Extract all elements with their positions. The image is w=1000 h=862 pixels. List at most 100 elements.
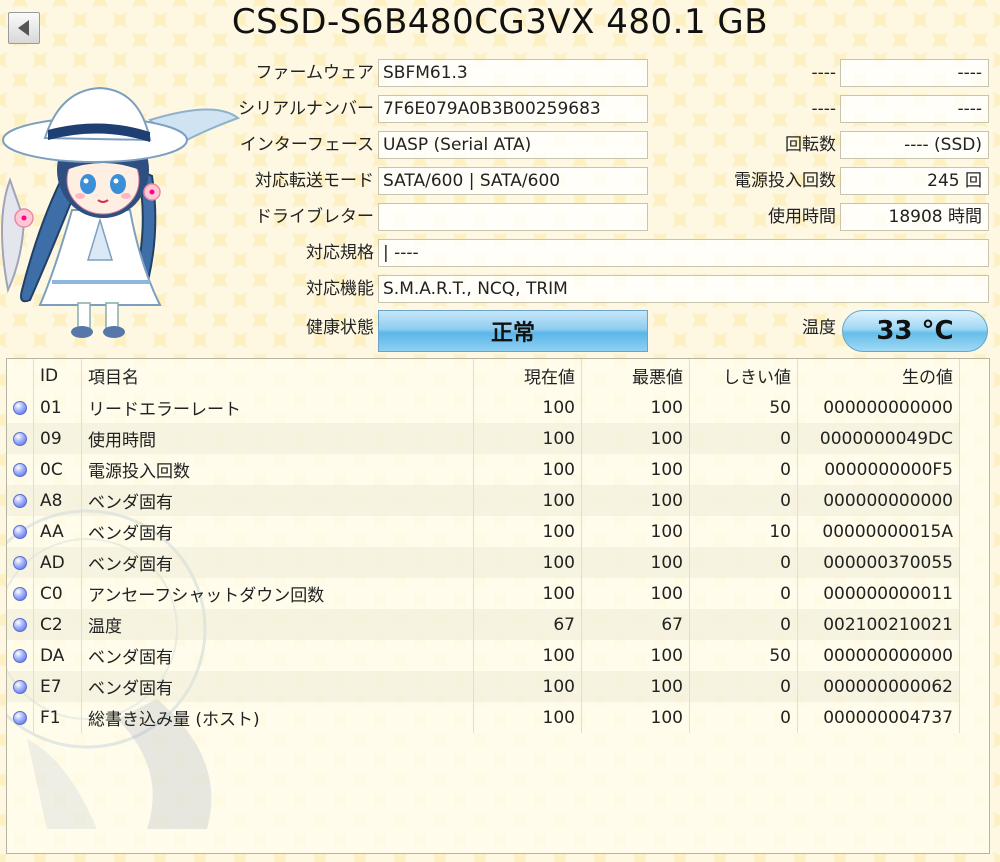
attr-id: 0C: [33, 454, 82, 485]
table-row[interactable]: 0C 電源投入回数 100 100 0 0000000000F5: [7, 454, 960, 485]
attr-threshold: 0: [689, 485, 798, 516]
drive-letter-value: [378, 203, 648, 231]
attr-name: ベンダ固有: [81, 671, 474, 702]
attr-id: E7: [33, 671, 82, 702]
attr-threshold: 0: [689, 702, 798, 733]
table-row[interactable]: C2 温度 67 67 0 002100210021: [7, 609, 960, 640]
health-status-value: 正常: [490, 321, 535, 346]
attr-current: 100: [473, 547, 582, 578]
attr-id: 09: [33, 423, 82, 454]
attr-name: リードエラーレート: [81, 392, 474, 423]
attr-current: 67: [473, 609, 582, 640]
drive-letter-label: ドライブレター: [255, 207, 374, 227]
attr-current: 100: [473, 485, 582, 516]
name-column-header[interactable]: 項目名: [81, 359, 474, 392]
attr-current: 100: [473, 516, 582, 547]
attr-raw: 000000000000: [797, 640, 960, 671]
attr-threshold: 0: [689, 671, 798, 702]
attr-name: ベンダ固有: [81, 547, 474, 578]
attr-current: 100: [473, 454, 582, 485]
table-row[interactable]: AA ベンダ固有 100 100 10 00000000015A: [7, 516, 960, 547]
health-status-button[interactable]: 正常: [378, 310, 648, 352]
current-column-header[interactable]: 現在値: [473, 359, 582, 392]
table-header-row: ID 項目名 現在値 最悪値 しきい値 生の値: [7, 359, 960, 392]
attr-worst: 100: [581, 423, 690, 454]
right2-value: ----: [840, 95, 989, 123]
transfer-mode-value: SATA/600 | SATA/600: [378, 167, 648, 195]
status-good-icon: [13, 710, 27, 725]
attr-worst: 100: [581, 485, 690, 516]
id-column-header[interactable]: ID: [33, 359, 82, 392]
attr-name: アンセーフシャットダウン回数: [81, 578, 474, 609]
attr-name: ベンダ固有: [81, 485, 474, 516]
status-good-icon: [13, 679, 27, 694]
status-good-icon: [13, 400, 27, 415]
attr-threshold: 10: [689, 516, 798, 547]
attr-worst: 100: [581, 547, 690, 578]
attr-threshold: 0: [689, 578, 798, 609]
right1-value: ----: [840, 59, 989, 87]
attr-raw: 000000000000: [797, 392, 960, 423]
attr-worst: 100: [581, 640, 690, 671]
table-row[interactable]: DA ベンダ固有 100 100 50 000000000000: [7, 640, 960, 671]
power-on-hours-label: 使用時間: [768, 207, 836, 227]
power-on-count-value: 245 回: [840, 167, 989, 195]
standard-value: | ----: [378, 239, 989, 267]
attr-current: 100: [473, 392, 582, 423]
raw-column-header[interactable]: 生の値: [797, 359, 960, 392]
attr-raw: 000000004737: [797, 702, 960, 733]
smart-table-panel[interactable]: ID 項目名 現在値 最悪値 しきい値 生の値 01 リードエラーレート 100…: [6, 358, 990, 854]
attr-threshold: 50: [689, 392, 798, 423]
attr-raw: 00000000015A: [797, 516, 960, 547]
attr-name: 使用時間: [81, 423, 474, 454]
table-row[interactable]: C0 アンセーフシャットダウン回数 100 100 0 000000000011: [7, 578, 960, 609]
right2-label: ----: [811, 99, 836, 119]
worst-column-header[interactable]: 最悪値: [581, 359, 690, 392]
attr-worst: 100: [581, 516, 690, 547]
attr-worst: 100: [581, 702, 690, 733]
attr-name: 温度: [81, 609, 474, 640]
status-good-icon: [13, 431, 27, 446]
transfer-mode-label: 対応転送モード: [255, 171, 374, 191]
table-row[interactable]: AD ベンダ固有 100 100 0 000000370055: [7, 547, 960, 578]
attr-raw: 000000000011: [797, 578, 960, 609]
status-good-icon: [13, 586, 27, 601]
attr-name: ベンダ固有: [81, 516, 474, 547]
attr-current: 100: [473, 640, 582, 671]
features-value: S.M.A.R.T., NCQ, TRIM: [378, 275, 989, 303]
interface-value: UASP (Serial ATA): [378, 131, 648, 159]
attr-id: C0: [33, 578, 82, 609]
serial-label: シリアルナンバー: [238, 99, 374, 119]
attr-worst: 100: [581, 454, 690, 485]
rotation-value: ---- (SSD): [840, 131, 989, 159]
table-row[interactable]: F1 総書き込み量 (ホスト) 100 100 0 000000004737: [7, 702, 960, 733]
attr-name: 電源投入回数: [81, 454, 474, 485]
power-on-hours-value: 18908 時間: [840, 203, 989, 231]
features-label: 対応機能: [306, 279, 374, 299]
attr-worst: 67: [581, 609, 690, 640]
firmware-value: SBFM61.3: [378, 59, 648, 87]
smart-table: ID 項目名 現在値 最悪値 しきい値 生の値 01 リードエラーレート 100…: [7, 359, 960, 733]
threshold-column-header[interactable]: しきい値: [689, 359, 798, 392]
attr-raw: 002100210021: [797, 609, 960, 640]
status-column-header: [7, 359, 34, 392]
right1-label: ----: [811, 63, 836, 83]
attr-current: 100: [473, 423, 582, 454]
attr-id: A8: [33, 485, 82, 516]
attr-id: 01: [33, 392, 82, 423]
table-row[interactable]: 09 使用時間 100 100 0 0000000049DC: [7, 423, 960, 454]
attr-threshold: 0: [689, 547, 798, 578]
table-row[interactable]: A8 ベンダ固有 100 100 0 000000000000: [7, 485, 960, 516]
attr-worst: 100: [581, 671, 690, 702]
firmware-label: ファームウェア: [255, 63, 375, 83]
status-good-icon: [13, 493, 27, 508]
table-row[interactable]: 01 リードエラーレート 100 100 50 000000000000: [7, 392, 960, 423]
table-row[interactable]: E7 ベンダ固有 100 100 0 000000000062: [7, 671, 960, 702]
attr-raw: 0000000049DC: [797, 423, 960, 454]
attr-id: F1: [33, 702, 82, 733]
attr-raw: 000000000000: [797, 485, 960, 516]
temperature-button[interactable]: 33 °C: [842, 310, 988, 352]
health-label: 健康状態: [306, 318, 374, 338]
attr-current: 100: [473, 671, 582, 702]
status-good-icon: [13, 617, 27, 632]
